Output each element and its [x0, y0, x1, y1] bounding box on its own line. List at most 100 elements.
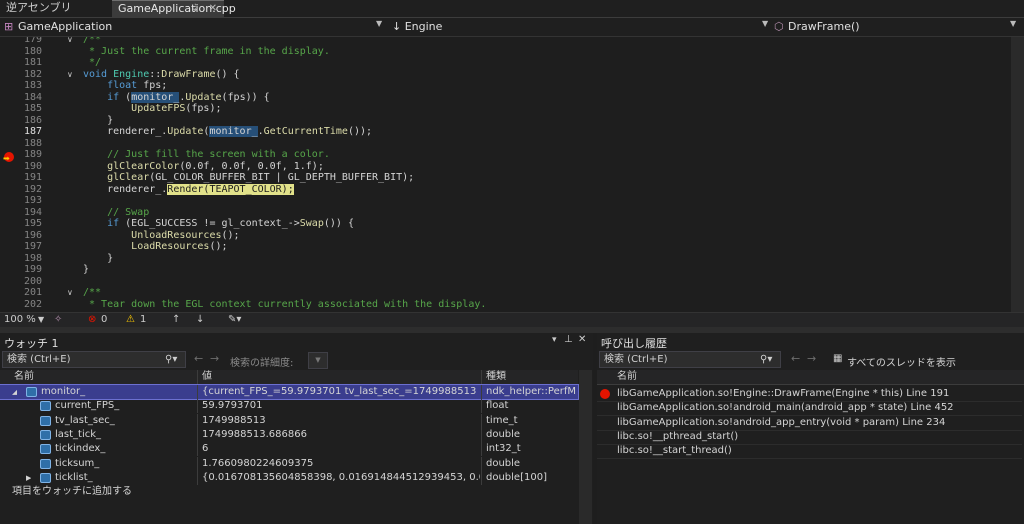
watch-name[interactable]: tv_last_sec_	[55, 414, 195, 428]
callstack-frame[interactable]: libGameApplication.so!android_app_entry(…	[597, 416, 1022, 431]
watch-name[interactable]: tickindex_	[55, 442, 195, 456]
code-line[interactable]: if (EGL_SUCCESS != gl_context_->Swap()) …	[83, 218, 354, 229]
line-number: 181	[23, 57, 42, 68]
code-line[interactable]: }	[83, 115, 113, 126]
line-number: 184	[23, 91, 42, 103]
watch-type: double[100]	[486, 471, 547, 483]
threads-icon[interactable]: ▦	[833, 353, 842, 364]
watch-row[interactable]: ▶ ticklist_ {0.016708135604858398, 0.01691…	[0, 470, 578, 485]
chevron-down-icon[interactable]: ▼	[1010, 19, 1016, 28]
code-line[interactable]: LoadResources();	[83, 241, 227, 252]
watch-value[interactable]: 1.7660980224609375	[202, 457, 480, 471]
close-icon[interactable]: ✕	[578, 334, 586, 345]
watch-name[interactable]: last_tick_	[55, 428, 195, 442]
watch-value[interactable]: 59.9793701	[202, 399, 480, 413]
code-line[interactable]: * Tear down the EGL context currently as…	[83, 299, 486, 310]
watch-value[interactable]: 6	[202, 442, 480, 456]
fold-chevron-icon[interactable]: ∨	[67, 37, 73, 44]
watch-scrollbar[interactable]	[579, 370, 592, 524]
code-line[interactable]: /**	[83, 37, 101, 45]
code-line[interactable]: * Just the current frame in the display.	[83, 46, 330, 57]
code-line[interactable]: /**	[83, 287, 101, 298]
tab-disassembly[interactable]: 逆アセンブリ	[0, 0, 71, 17]
fold-chevron-icon[interactable]: ∨	[67, 70, 73, 79]
project-dropdown[interactable]: GameApplication	[18, 19, 112, 35]
code-line[interactable]: renderer_.Update(monitor_.GetCurrentTime…	[83, 126, 372, 137]
watch-row[interactable]: ◢ monitor_ {current_FPS_=59.9793701 tv_las…	[0, 384, 579, 400]
code-line[interactable]: void Engine::DrawFrame() {	[83, 69, 240, 80]
code-line[interactable]: if (monitor_.Update(fps)) {	[83, 91, 270, 103]
callstack-frame[interactable]: libGameApplication.so!android_main(andro…	[597, 401, 1022, 417]
arrow-down-icon[interactable]: ↓	[196, 313, 204, 327]
expand-toggle-icon[interactable]: ◢	[12, 385, 17, 399]
watch-name[interactable]: ticksum_	[55, 457, 195, 471]
watch-value[interactable]: {0.016708135604858398, 0.016914844512939…	[202, 471, 480, 485]
code-line[interactable]: // Swap	[83, 207, 149, 218]
watch-header-row: 名前 値 種類	[0, 370, 578, 385]
show-all-threads-button[interactable]: すべてのスレッドを表示	[847, 354, 956, 369]
code-line[interactable]: // Just fill the screen with a color.	[83, 149, 330, 160]
arrow-up-icon[interactable]: ↑	[172, 313, 180, 327]
callstack-frame[interactable]: libc.so!__pthread_start()	[597, 430, 1022, 445]
watch-type: ndk_helper::PerfM...	[486, 386, 576, 397]
col-name[interactable]: 名前	[14, 370, 34, 384]
callstack-frame[interactable]: libc.so!__start_thread()	[597, 444, 1022, 460]
watch-row[interactable]: tickindex_ 6 int32_t	[0, 442, 578, 457]
code-line[interactable]: float fps;	[83, 80, 167, 91]
code-line[interactable]: glClearColor(0.0f, 0.0f, 0.0f, 1.f);	[83, 161, 324, 172]
member-dropdown[interactable]: DrawFrame()	[788, 19, 860, 35]
code-line[interactable]: }	[83, 264, 89, 275]
intellicode-icon[interactable]: ✧	[54, 313, 62, 327]
current-statement-arrow-icon: ➡	[3, 154, 10, 163]
code-editor[interactable]: 179 /** 180 * Just the current frame in th…	[0, 37, 1024, 312]
chevron-down-icon[interactable]: ▼	[762, 19, 768, 28]
back-arrow-icon[interactable]: ←	[194, 352, 203, 365]
watch-row[interactable]: current_FPS_ 59.9793701 float	[0, 399, 578, 414]
line-number: 202	[23, 298, 42, 310]
col-type[interactable]: 種類	[486, 370, 506, 384]
pin-icon[interactable]: ⊥	[564, 334, 573, 345]
project-icon: ⊞	[4, 20, 14, 33]
watch-name[interactable]: ticklist_	[55, 471, 195, 485]
watch-value[interactable]: {current_FPS_=59.9793701 tv_last_sec_=17…	[202, 385, 480, 399]
watch-row[interactable]: ticksum_ 1.7660980224609375 double	[0, 456, 578, 471]
watch-row[interactable]: last_tick_ 1749988513.686866 double	[0, 427, 578, 442]
col-name[interactable]: 名前	[617, 370, 637, 384]
search-icon[interactable]: ⚲▾	[760, 352, 772, 367]
watch-row[interactable]: tv_last_sec_ 1749988513 time_t	[0, 413, 578, 428]
zoom-level[interactable]: 100 %	[4, 313, 36, 327]
code-line[interactable]: glClear(GL_COLOR_BUFFER_BIT | GL_DEPTH_B…	[83, 172, 414, 183]
search-icon[interactable]: ⚲▾	[165, 352, 177, 367]
fold-chevron-icon[interactable]: ∨	[67, 288, 73, 297]
col-value[interactable]: 値	[202, 370, 212, 384]
callstack-search-input[interactable]: 検索 (Ctrl+E) ⚲▾	[599, 351, 781, 368]
window-options-icon[interactable]: ▾	[552, 335, 557, 345]
warning-count[interactable]: 1	[140, 313, 146, 327]
code-line[interactable]: renderer_.Render(TEAPOT_COLOR);	[83, 183, 294, 195]
chevron-down-icon[interactable]: ▼	[376, 19, 382, 28]
code-line[interactable]: */	[83, 57, 101, 68]
tab-gameapplication-cpp[interactable]: GameApplication.cpp ⇣ ✕	[112, 0, 236, 17]
line-number: 192	[23, 183, 42, 195]
add-watch-item[interactable]: 項目をウォッチに追加する	[12, 485, 312, 499]
expand-toggle-icon[interactable]: ▶	[26, 471, 31, 485]
scope-dropdown[interactable]: ↓ Engine	[392, 19, 442, 35]
code-line[interactable]: UpdateFPS(fps);	[83, 103, 221, 114]
watch-value[interactable]: 1749988513	[202, 414, 480, 428]
chevron-down-icon[interactable]: ▼	[38, 313, 44, 327]
editor-vertical-scrollbar[interactable]	[1011, 37, 1024, 312]
callstack-frame[interactable]: libGameApplication.so!Engine::DrawFrame(…	[597, 387, 1022, 402]
forward-arrow-icon[interactable]: →	[210, 352, 219, 365]
watch-value[interactable]: 1749988513.686866	[202, 428, 480, 442]
forward-arrow-icon[interactable]: →	[807, 352, 816, 365]
watch-name[interactable]: current_FPS_	[55, 399, 195, 413]
error-count[interactable]: 0	[101, 313, 107, 327]
code-line[interactable]: }	[83, 253, 113, 264]
cleanup-brush-icon[interactable]: ✎▾	[228, 313, 241, 327]
code-line[interactable]: UnloadResources();	[83, 230, 239, 241]
watch-name[interactable]: monitor_	[41, 385, 181, 399]
search-depth-dropdown[interactable]: ▼	[308, 352, 328, 369]
watch-search-input[interactable]: 検索 (Ctrl+E) ⚲▾	[2, 351, 186, 368]
back-arrow-icon[interactable]: ←	[791, 352, 800, 365]
pin-close-icons[interactable]: ⇣ ✕	[191, 1, 220, 17]
